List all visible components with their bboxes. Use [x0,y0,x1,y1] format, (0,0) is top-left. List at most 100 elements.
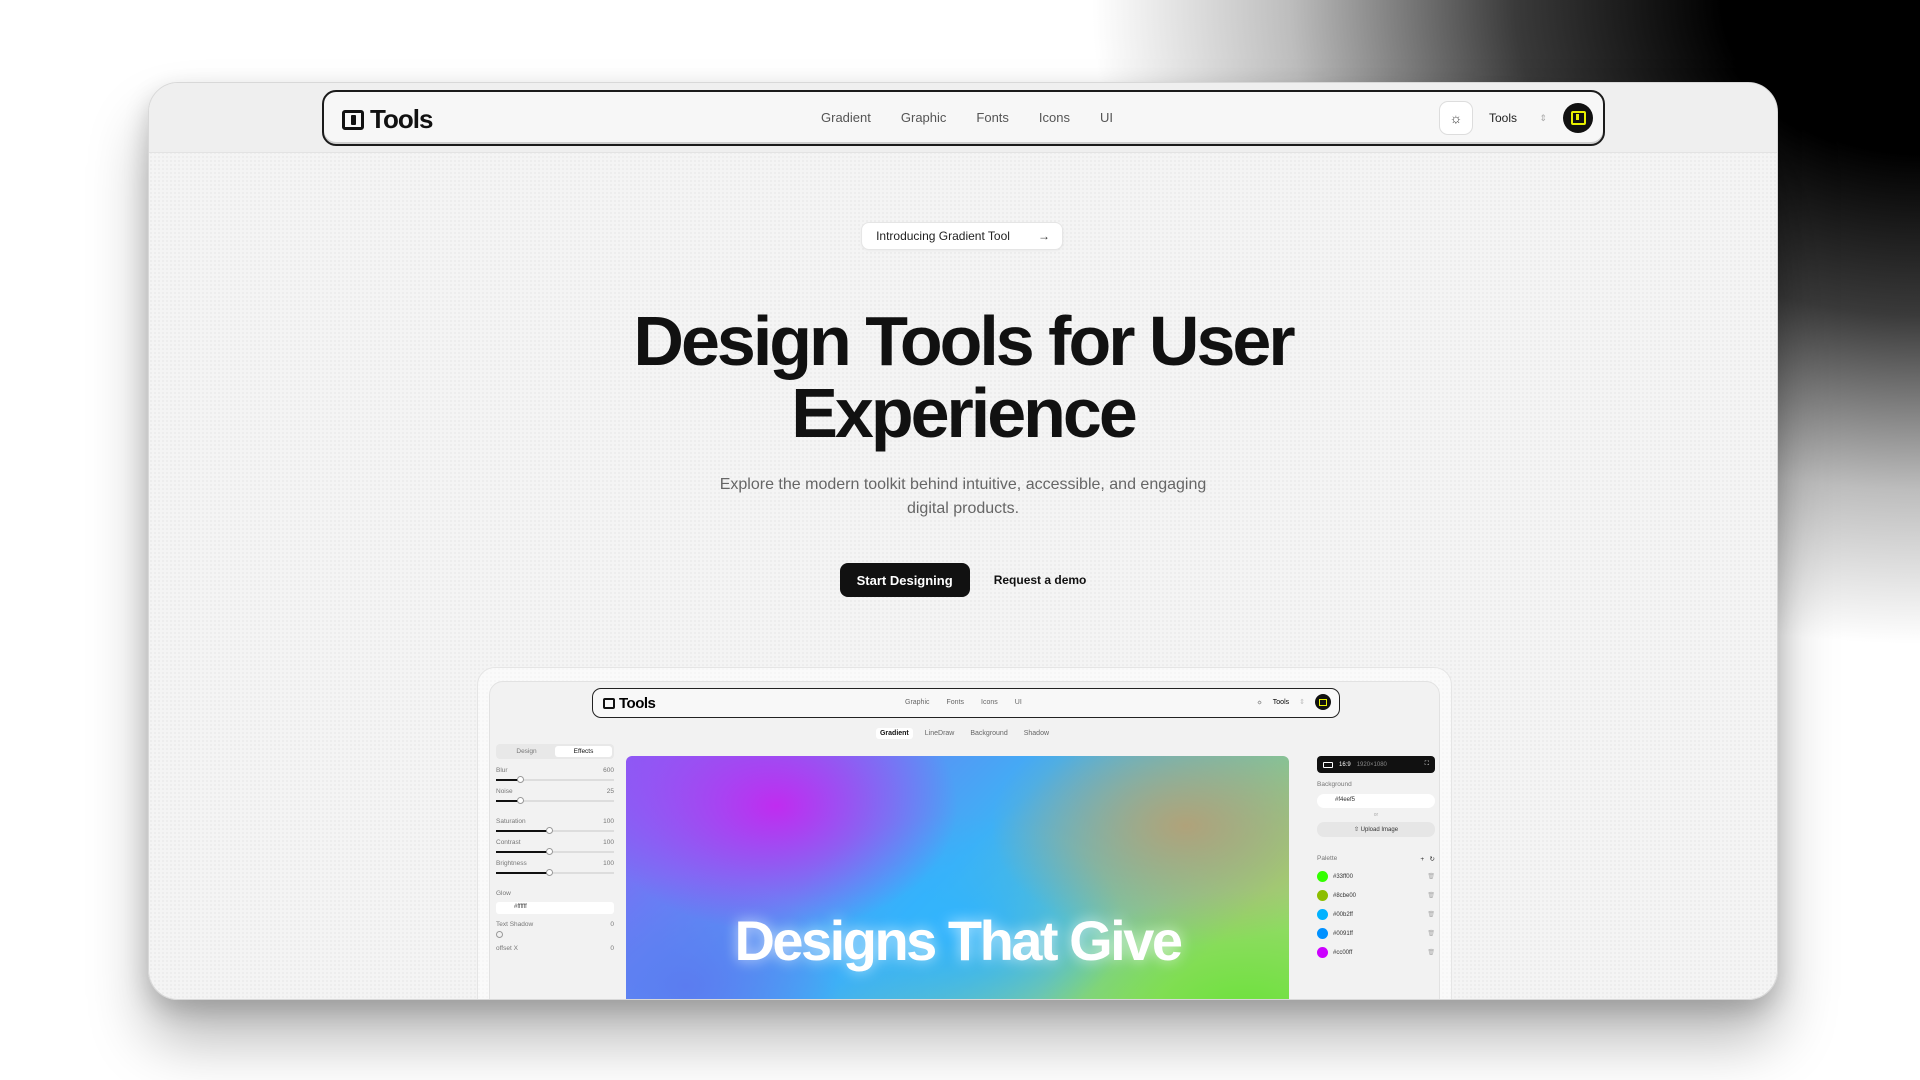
preview-control-value: 25 [606,788,614,795]
preview-slider [496,776,614,783]
announcement-text: Introducing Gradient Tool [876,229,1010,243]
preview-palette-item: #33ff00 🗑 [1317,871,1435,882]
preview-background-field: #f4eef5 [1317,794,1435,808]
preview-swatch-dot [1317,909,1328,920]
preview-ratio-dims: 1920×1080 [1356,761,1387,768]
preview-slider-fill [496,851,550,853]
preview-palette-item: #8cbe00 🗑 [1317,890,1435,901]
preview-logo: Tools [603,695,656,712]
preview-canvas-text: Designs That Give [734,909,1183,972]
trash-icon: 🗑 [1427,912,1435,918]
browser-window: Tools Gradient Graphic Fonts Icons UI ☼ … [148,82,1778,1000]
chevron-updown-icon: ⇕ [1539,112,1547,123]
preview-text-shadow-label: Text Shadow [496,921,534,928]
theme-toggle-button[interactable]: ☼ [1439,101,1473,135]
preview-slider-fill [496,830,550,832]
preview-tab-background: Background [970,730,1008,737]
preview-segment-effects: Effects [555,746,612,757]
request-demo-button[interactable]: Request a demo [994,573,1087,587]
tools-select[interactable]: Tools ⇕ [1481,101,1555,135]
preview-slider-fill [496,872,550,874]
preview-control-label: Noise [496,788,513,795]
nav-actions: ☼ Tools ⇕ [1439,101,1593,135]
arrow-right-icon: → [1037,229,1050,243]
preview-palette-actions: + ↻ [1420,856,1435,863]
preview-control-value: 100 [603,839,614,846]
preview-slider [496,869,614,876]
preview-control-label: Saturation [496,818,526,825]
preview-swatch-hex: #8cbe00 [1333,892,1357,899]
nav-link-fonts[interactable]: Fonts [976,110,1009,125]
nav-links: Gradient Graphic Fonts Icons UI [821,110,1113,125]
trash-icon: 🗑 [1427,874,1435,880]
preview-swatch-hex: #33ff00 [1333,873,1353,880]
preview-swatch-dot [1317,947,1328,958]
logo-icon [342,109,364,130]
preview-slider-knob [546,869,554,876]
preview-swatch-dot [1317,928,1328,939]
preview-aspect-ratio: 16:9 1920×1080 ⛶ [1317,756,1435,773]
preview-control-row: Brightness 100 [496,860,614,867]
nav-link-icons[interactable]: Icons [1039,110,1070,125]
brand-logo[interactable]: Tools [342,104,433,135]
preview-swatch-hex: #cc00ff [1333,949,1353,956]
preview-control-label: Blur [496,767,508,774]
preview-glow-label: Glow [496,890,511,897]
preview-segment-control: Design Effects [496,744,614,759]
preview-nav-link: Icons [981,699,998,706]
preview-left-panel: Design Effects Blur 600 Noise 25 Saturation 1… [496,744,614,999]
hero-subtitle-text: Explore the modern toolkit behind intuit… [719,476,1207,517]
preview-control-row: Contrast 100 [496,839,614,846]
preview-upload-icon: ⇧ [1353,827,1359,833]
hero-title-text: Design Tools for User Experience [633,302,1295,452]
preview-background-label: Background [1317,781,1352,788]
preview-tab-linedraw: LineDraw [924,730,955,737]
preview-tab-shadow: Shadow [1023,730,1050,737]
preview-sun-icon: ☼ [1256,698,1263,706]
preview-segment-design: Design [516,748,537,755]
preview-or: or [1373,812,1379,818]
app-preview: Tools Graphic Fonts Icons UI ☼ Tools ⇕ G… [489,681,1440,999]
preview-nav-link: Graphic [905,699,930,706]
preview-slider [496,827,614,834]
preview-fullscreen-icon: ⛶ [1424,761,1429,767]
preview-palette-item: #cc00ff 🗑 [1317,947,1435,958]
avatar[interactable] [1563,103,1593,133]
preview-control-row: Saturation 100 [496,818,614,825]
tools-select-value: Tools [1489,111,1518,125]
hero-subtitle: Explore the modern toolkit behind intuit… [149,473,1777,521]
preview-tools-select: Tools [1272,698,1290,706]
preview-nav-link: UI [1014,699,1022,706]
preview-avatar [1315,694,1331,710]
preview-swatch-hex: #00b2ff [1333,911,1353,918]
preview-nav-link: Fonts [946,699,965,706]
preview-slider-knob [516,797,524,804]
preview-nav-links: Graphic Fonts Icons UI [905,699,1022,706]
preview-upload-button: ⇧ Upload Image [1317,822,1435,837]
preview-slider [496,848,614,855]
preview-control-row: Blur 600 [496,767,614,774]
preview-palette-item: #0091ff 🗑 [1317,928,1435,939]
preview-text-shadow-toggle [496,931,503,938]
preview-offset-row: offset X 0 [496,945,614,952]
trash-icon: 🗑 [1427,893,1435,899]
preview-text-shadow-row: Text Shadow 0 [496,921,614,928]
nav-link-graphic[interactable]: Graphic [901,110,947,125]
preview-tabs: Gradient LineDraw Background Shadow [490,728,1439,739]
preview-control-row: Noise 25 [496,788,614,795]
preview-text-shadow-value: 0 [610,921,614,928]
preview-slider [496,797,614,804]
preview-slider-knob [546,827,554,834]
preview-swatch-dot [1317,871,1328,882]
announcement-pill[interactable]: Introducing Gradient Tool → [861,222,1063,250]
preview-control-label: Contrast [496,839,521,846]
nav-link-gradient[interactable]: Gradient [821,110,871,125]
start-designing-button[interactable]: Start Designing [839,563,970,597]
preview-palette-item: #00b2ff 🗑 [1317,909,1435,920]
preview-logo-icon [603,698,615,709]
preview-glow-field: #ffffff [496,902,614,914]
preview-swatch-hex: #0091ff [1333,930,1353,937]
nav-link-ui[interactable]: UI [1100,110,1113,125]
top-navbar: Tools Gradient Graphic Fonts Icons UI ☼ … [322,90,1605,146]
preview-offset-label: offset X [496,945,518,952]
